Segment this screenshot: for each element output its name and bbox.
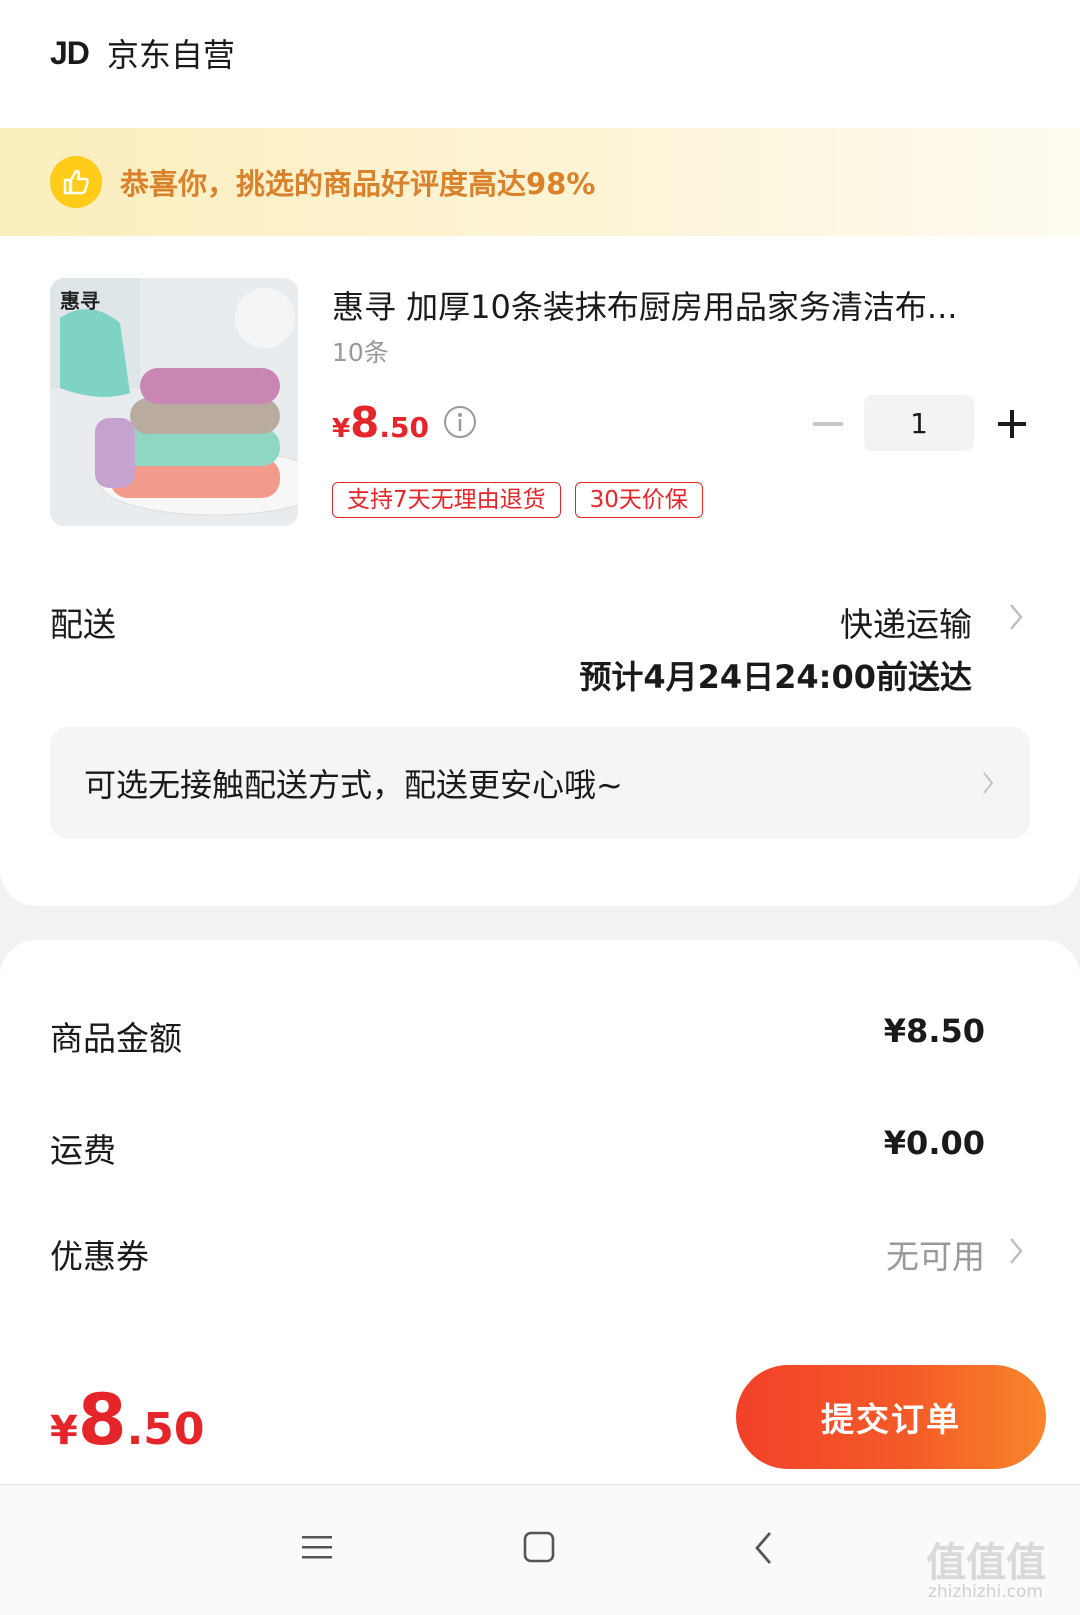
checkout-bar: ¥ 8 .50 提交订单 (0, 1345, 1080, 1485)
quantity-input[interactable]: 1 (864, 395, 974, 451)
shipping-fee-row: 运费 ¥0.00 (50, 1124, 1000, 1172)
back-icon[interactable] (752, 1530, 776, 1570)
watermark: 值值值 (926, 1540, 1046, 1586)
contactless-delivery-option[interactable]: 可选无接触配送方式，配送更安心哦~ (50, 727, 1030, 839)
order-top-card: JD 京东自营 恭喜你，挑选的商品好评度高达98% 惠寻 惠寻 加厚10条装抹布… (0, 0, 1080, 906)
system-nav-bar (0, 1486, 1080, 1615)
total-currency: ¥ (50, 1408, 78, 1454)
tag-return-policy: 支持7天无理由退货 (332, 482, 561, 518)
product-title[interactable]: 惠寻 加厚10条装抹布厨房用品家务清洁布... (332, 282, 1032, 328)
goods-amount-value: ¥8.50 (883, 1012, 985, 1050)
praise-text: 恭喜你，挑选的商品好评度高达98% (120, 167, 596, 201)
delivery-method[interactable]: 快递运输 (840, 598, 972, 646)
product-image[interactable]: 惠寻 (50, 278, 298, 526)
coupon-value[interactable]: 无可用 (886, 1230, 985, 1278)
total-integer: 8 (77, 1379, 127, 1461)
contactless-text: 可选无接触配送方式，配送更安心哦~ (84, 766, 623, 804)
shipping-fee-label: 运费 (50, 1131, 116, 1170)
home-icon[interactable] (522, 1530, 556, 1568)
info-icon[interactable] (442, 404, 478, 444)
price-decimal: .50 (379, 411, 429, 444)
product-spec: 10条 (332, 338, 389, 367)
product-price: ¥ 8 .50 (332, 398, 429, 447)
jd-logo: JD (50, 34, 90, 71)
service-tags: 支持7天无理由退货 30天价保 (332, 482, 703, 518)
shop-header[interactable]: JD 京东自营 (50, 30, 235, 76)
quantity-increase-button[interactable] (994, 406, 1030, 442)
menu-icon[interactable] (300, 1530, 334, 1568)
watermark-url: zhizhizhi.com (928, 1582, 1043, 1602)
shipping-fee-value: ¥0.00 (883, 1124, 985, 1162)
thumbs-up-icon (50, 156, 102, 208)
product-image-brand: 惠寻 (60, 289, 100, 313)
coupon-label: 优惠券 (50, 1237, 149, 1276)
delivery-label: 配送 (50, 605, 116, 644)
chevron-right-icon (982, 771, 994, 799)
praise-banner: 恭喜你，挑选的商品好评度高达98% (0, 128, 1080, 236)
coupon-row[interactable]: 优惠券 (50, 1230, 1000, 1278)
submit-order-button[interactable]: 提交订单 (736, 1365, 1046, 1469)
price-integer: 8 (350, 398, 380, 447)
chevron-right-icon[interactable] (1008, 602, 1024, 636)
price-currency: ¥ (332, 414, 351, 444)
quantity-decrease-button[interactable] (812, 408, 844, 440)
tag-price-protection: 30天价保 (574, 482, 703, 518)
chevron-right-icon[interactable] (1008, 1236, 1024, 1270)
total-price: ¥ 8 .50 (50, 1379, 205, 1461)
total-decimal: .50 (126, 1404, 205, 1455)
delivery-eta: 预计4月24日24:00前送达 (579, 658, 972, 696)
goods-amount-row: 商品金额 ¥8.50 (50, 1012, 1000, 1060)
goods-amount-label: 商品金额 (50, 1019, 182, 1058)
price-summary-card: 商品金额 ¥8.50 运费 ¥0.00 优惠券 无可用 (0, 940, 1080, 1360)
shop-name: 京东自营 (106, 36, 235, 74)
